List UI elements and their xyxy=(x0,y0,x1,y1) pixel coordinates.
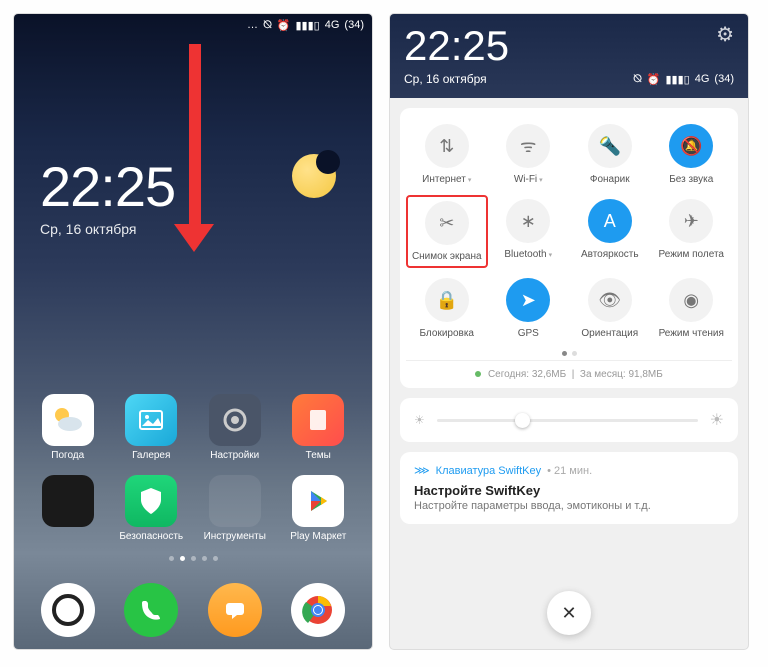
chevron-down-icon: ▾ xyxy=(468,177,472,184)
app-gallery[interactable]: Галерея xyxy=(111,394,191,461)
auto-brightness-icon: A xyxy=(588,199,632,243)
signal-icon: ▮▮▮▯ xyxy=(296,19,320,32)
notif-app-name: Клавиатура SwiftKey xyxy=(436,465,541,477)
qs-reading-mode[interactable]: ◉ Режим чтения xyxy=(651,274,733,343)
swipe-down-arrow xyxy=(188,44,202,244)
qs-airplane[interactable]: ✈ Режим полета xyxy=(651,195,733,268)
dock-browser[interactable] xyxy=(291,583,345,637)
quick-settings-panel: ⇅ Интернет▾ ᯤ Wi-Fi▾ 🔦 Фонарик 🔕 Без звука ✂ Сним… xyxy=(400,108,738,388)
brightness-thumb[interactable] xyxy=(515,413,530,428)
themes-icon xyxy=(292,394,344,446)
qs-screenshot[interactable]: ✂ Снимок экрана xyxy=(406,195,488,268)
chevron-down-icon: ▾ xyxy=(549,252,553,259)
mobile-data-icon: ⇅ xyxy=(425,124,469,168)
brightness-high-icon: ☀ xyxy=(710,410,724,430)
reading-mode-icon: ◉ xyxy=(669,278,713,322)
alarm-off-icon: ⦰ xyxy=(263,19,272,32)
dock xyxy=(14,583,372,637)
app-folder-google[interactable] xyxy=(28,475,108,542)
brightness-slider[interactable]: ☀ ☀ xyxy=(400,398,738,442)
flashlight-icon: 🔦 xyxy=(588,124,632,168)
quick-settings-screen: 22:25 ⚙ Ср, 16 октября ⦰ ⏰ ▮▮▮▯ 4G (34) … xyxy=(390,14,748,649)
play-store-icon xyxy=(292,475,344,527)
mute-icon: 🔕 xyxy=(669,124,713,168)
alarm-off-icon: ⦰ xyxy=(633,73,642,86)
panel-header: 22:25 ⚙ Ср, 16 октября ⦰ ⏰ ▮▮▮▯ 4G (34) xyxy=(390,14,748,98)
tools-folder-icon xyxy=(209,475,261,527)
qs-label: GPS xyxy=(518,328,539,339)
notif-body: Настройте параметры ввода, эмотиконы и т… xyxy=(414,500,724,512)
qs-label: Интернет▾ xyxy=(422,174,471,185)
gallery-icon xyxy=(125,394,177,446)
qs-bluetooth[interactable]: ∗ Bluetooth▾ xyxy=(488,195,570,268)
settings-gear-icon[interactable]: ⚙ xyxy=(716,22,734,47)
qs-auto-brightness[interactable]: A Автояркость xyxy=(569,195,651,268)
qs-label: Снимок экрана xyxy=(412,251,482,262)
weather-moon-icon[interactable] xyxy=(292,154,336,198)
panel-time: 22:25 xyxy=(404,22,509,70)
alarm-icon: ⏰ xyxy=(277,19,291,32)
network-label: 4G xyxy=(325,19,340,31)
alarm-icon: ⏰ xyxy=(647,73,661,86)
bluetooth-icon: ∗ xyxy=(506,199,550,243)
close-panel-button[interactable]: ✕ xyxy=(547,591,591,635)
app-weather[interactable]: Погода xyxy=(28,394,108,461)
qs-mute[interactable]: 🔕 Без звука xyxy=(651,120,733,189)
app-grid: Погода Галерея Настройки Темы xyxy=(14,394,372,561)
panel-date: Ср, 16 октября xyxy=(404,72,487,86)
qs-label: Режим полета xyxy=(659,249,724,260)
battery-label: (34) xyxy=(344,19,364,31)
airplane-icon: ✈ xyxy=(669,199,713,243)
status-bar: … ⦰ ⏰ ▮▮▮▯ 4G (34) xyxy=(14,14,372,36)
brightness-track[interactable] xyxy=(437,419,698,422)
qs-label: Блокировка xyxy=(419,328,474,339)
app-themes[interactable]: Темы xyxy=(278,394,358,461)
gps-icon: ➤ xyxy=(506,278,550,322)
data-usage-row[interactable]: Сегодня: 32,6МБ | За месяц: 91,8МБ xyxy=(406,360,732,380)
settings-icon xyxy=(209,394,261,446)
screenshot-icon: ✂ xyxy=(425,201,469,245)
chevron-down-icon: ▾ xyxy=(539,177,543,184)
qs-flashlight[interactable]: 🔦 Фонарик xyxy=(569,120,651,189)
qs-wifi[interactable]: ᯤ Wi-Fi▾ xyxy=(488,120,570,189)
lock-icon: 🔒 xyxy=(425,278,469,322)
app-tools[interactable]: Инструменты xyxy=(195,475,275,542)
notification-card[interactable]: ⋙ Клавиатура SwiftKey • 21 мин. Настройт… xyxy=(400,452,738,524)
app-security[interactable]: Безопасность xyxy=(111,475,191,542)
brightness-low-icon: ☀ xyxy=(414,413,425,427)
dots-icon: … xyxy=(247,19,258,31)
qs-label: Ориентация xyxy=(581,328,638,339)
qs-orientation[interactable]: 👁 Ориентация xyxy=(569,274,651,343)
dock-phone[interactable] xyxy=(124,583,178,637)
qs-lock[interactable]: 🔒 Блокировка xyxy=(406,274,488,343)
data-dot-icon xyxy=(475,371,481,377)
qs-label: Без звука xyxy=(669,174,713,185)
app-settings[interactable]: Настройки xyxy=(195,394,275,461)
signal-icon: ▮▮▮▯ xyxy=(666,73,690,86)
orientation-icon: 👁 xyxy=(588,278,632,322)
panel-status-icons: ⦰ ⏰ ▮▮▮▯ 4G (34) xyxy=(633,73,734,86)
qs-label: Bluetooth▾ xyxy=(504,249,552,260)
qs-label: Автояркость xyxy=(581,249,639,260)
app-play-store[interactable]: Play Маркет xyxy=(278,475,358,542)
qs-gps[interactable]: ➤ GPS xyxy=(488,274,570,343)
wifi-icon: ᯤ xyxy=(506,124,550,168)
weather-icon xyxy=(42,394,94,446)
qs-label: Фонарик xyxy=(590,174,630,185)
security-icon xyxy=(125,475,177,527)
home-screen: … ⦰ ⏰ ▮▮▮▯ 4G (34) 22:25 Ср, 16 октября … xyxy=(14,14,372,649)
page-indicator xyxy=(26,556,360,561)
dock-camera[interactable] xyxy=(41,583,95,637)
dock-messages[interactable] xyxy=(208,583,262,637)
qs-label: Wi-Fi▾ xyxy=(514,174,543,185)
qs-page-indicator xyxy=(406,351,732,356)
notif-title: Настройте SwiftKey xyxy=(414,483,724,498)
swiftkey-icon: ⋙ xyxy=(414,464,430,477)
qs-mobile-data[interactable]: ⇅ Интернет▾ xyxy=(406,120,488,189)
qs-label: Режим чтения xyxy=(659,328,724,339)
folder-icon xyxy=(42,475,94,527)
